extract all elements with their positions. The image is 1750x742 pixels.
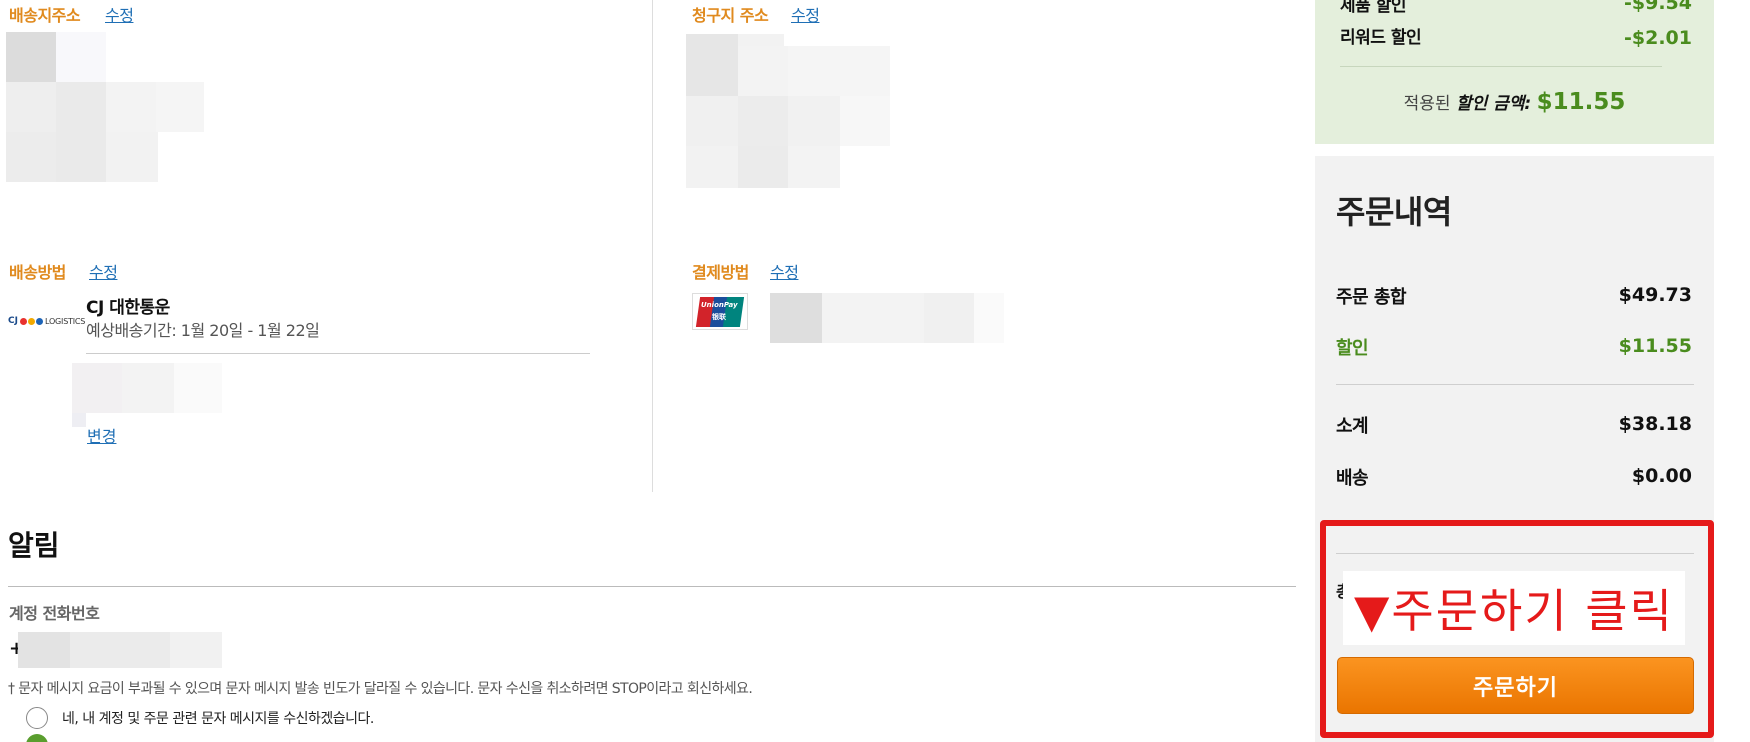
carrier-divider	[86, 353, 590, 354]
cj-logistics-logo: CJ LOGISTICS	[8, 316, 86, 326]
shipping-fee-value: $0.00	[1631, 465, 1692, 487]
product-discount-value: -$9.54	[1624, 0, 1692, 14]
discount-label: 할인	[1336, 338, 1369, 359]
order-summary-title: 주문내역	[1336, 193, 1452, 231]
subtotal-value: $38.18	[1618, 413, 1692, 435]
unionpay-card-icon: UnionPay 银联	[692, 293, 748, 330]
sms-opt-out-radio[interactable]	[26, 734, 48, 742]
sms-opt-in-radio[interactable]	[26, 707, 48, 729]
account-phone-label: 계정 전화번호	[9, 604, 100, 623]
billing-address-edit-link[interactable]: 수정	[791, 2, 820, 26]
subtotal-label: 소계	[1336, 416, 1369, 437]
click-instruction-annotation: ▼주문하기 클릭	[1343, 571, 1685, 645]
payment-method-label: 결제방법	[692, 263, 749, 282]
order-total-label: 주문 총합	[1336, 287, 1407, 308]
payment-method-edit-link[interactable]: 수정	[770, 259, 799, 283]
shipping-address-label: 배송지주소	[9, 6, 81, 25]
notifications-divider	[8, 586, 1296, 587]
notifications-title: 알림	[8, 529, 60, 562]
change-delivery-link[interactable]: 변경	[87, 423, 116, 447]
discount-divider	[1340, 66, 1662, 67]
shipping-fee-label: 배송	[1336, 468, 1369, 489]
sms-disclaimer: † 문자 메시지 요금이 부과될 수 있으며 문자 메시지 발송 빈도가 달라질…	[8, 681, 753, 697]
shipping-method-edit-link[interactable]: 수정	[89, 259, 118, 283]
sms-opt-in-label: 네, 내 계정 및 주문 관련 문자 메시지를 수신하겠습니다.	[62, 711, 374, 727]
billing-address-label: 청구지 주소	[692, 6, 769, 25]
discount-summary-box	[1315, 0, 1714, 144]
discount-value: $11.55	[1618, 335, 1692, 357]
place-order-button[interactable]: 주문하기	[1337, 657, 1694, 714]
shipping-method-label: 배송방법	[9, 263, 66, 282]
product-discount-label: 제품 할인	[1340, 0, 1406, 16]
column-divider	[652, 0, 653, 492]
order-total-value: $49.73	[1618, 284, 1692, 306]
reward-discount-label: 리워드 할인	[1340, 28, 1422, 48]
delivery-estimate: 예상배송기간: 1월 20일 - 1월 22일	[86, 321, 320, 340]
carrier-name: CJ 대한통운	[86, 298, 170, 318]
summary-divider	[1336, 384, 1694, 385]
sms-opt-in-option[interactable]: 네, 내 계정 및 주문 관련 문자 메시지를 수신하겠습니다.	[26, 707, 374, 729]
applied-discount-total: 적용된 할인 금액: $11.55	[1403, 89, 1626, 115]
shipping-address-edit-link[interactable]: 수정	[105, 2, 134, 26]
reward-discount-value: -$2.01	[1624, 27, 1692, 49]
